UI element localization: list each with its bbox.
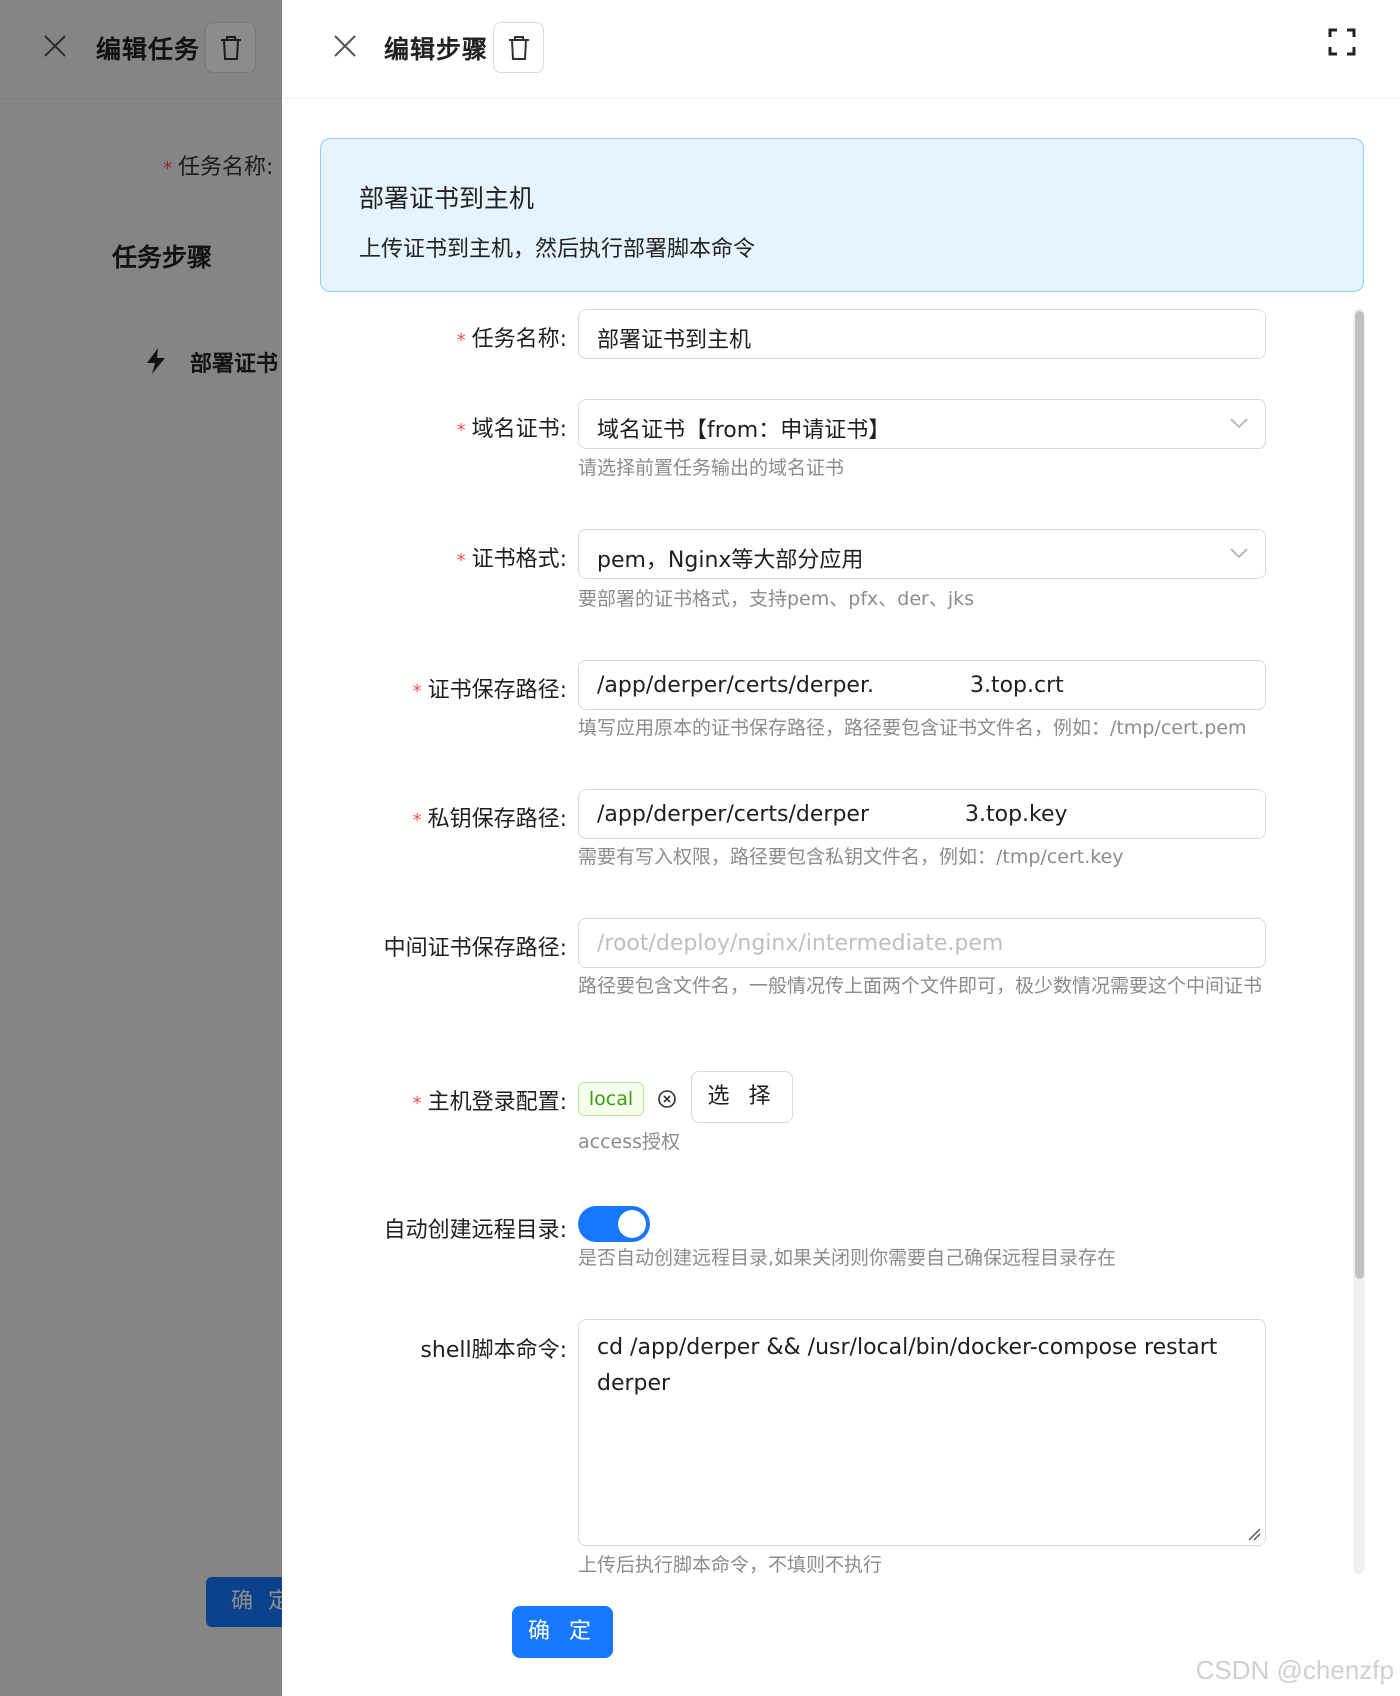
task-name-value: 部署证书到主机 (597, 328, 752, 353)
key-path-value-start: /app/derper/certs/derper (597, 802, 870, 827)
close-icon[interactable] (330, 31, 360, 61)
shell-label: shell脚本命令: (420, 1338, 567, 1363)
auto-mkdir-help: 是否自动创建远程目录,如果关闭则你需要自己确保远程目录存在 (578, 1247, 1117, 1269)
cert-path-value-end: 3.top.crt (969, 673, 1064, 698)
watermark: CSDN @chenzfp (1195, 1655, 1394, 1685)
step-info-description: 上传证书到主机，然后执行部署脚本命令 (359, 237, 756, 262)
host-login-help: access授权 (578, 1131, 681, 1153)
auto-mkdir-label: 自动创建远程目录: (383, 1218, 567, 1243)
auto-mkdir-switch[interactable] (578, 1206, 650, 1242)
intermediate-path-input[interactable]: /root/deploy/nginx/intermediate.pem (578, 918, 1266, 968)
task-name-input[interactable]: 部署证书到主机 (578, 309, 1266, 359)
task-name-label: * 任务名称: (456, 327, 567, 352)
host-login-label-wrap: * 主机登录配置: (282, 1072, 567, 1122)
key-path-value: /app/derper/certs/derper 3.top.key (597, 802, 1068, 827)
domain-cert-help: 请选择前置任务输出的域名证书 (578, 457, 845, 479)
cert-format-select[interactable]: pem，Nginx等大部分应用 (578, 529, 1266, 579)
key-path-input[interactable]: /app/derper/certs/derper 3.top.key (578, 789, 1266, 839)
key-path-label: * 私钥保存路径: (412, 807, 567, 832)
key-path-label-wrap: * 私钥保存路径: (282, 789, 567, 839)
shell-textarea[interactable]: cd /app/derper && /usr/local/bin/docker-… (578, 1319, 1266, 1546)
scrollbar-thumb[interactable] (1355, 311, 1364, 1279)
domain-cert-label: * 域名证书: (456, 417, 567, 442)
fullscreen-icon[interactable] (1328, 28, 1356, 56)
auto-mkdir-label-wrap: 自动创建远程目录: (282, 1204, 567, 1254)
host-login-label: * 主机登录配置: (412, 1090, 567, 1115)
delete-step-button[interactable] (493, 22, 544, 73)
mask-overlay[interactable] (0, 0, 290, 1696)
ok-button[interactable]: 确 定 (512, 1606, 613, 1658)
domain-cert-select[interactable]: 域名证书【from：申请证书】 (578, 399, 1266, 449)
key-path-value-end: 3.top.key (965, 802, 1068, 827)
cert-format-help: 要部署的证书格式，支持pem、pfx、der、jks (578, 588, 974, 610)
switch-knob (618, 1210, 646, 1238)
cert-format-value: pem，Nginx等大部分应用 (597, 548, 864, 573)
cert-path-value-start: /app/derper/certs/derper. (597, 673, 874, 698)
cert-path-label-wrap: * 证书保存路径: (282, 660, 567, 710)
intermediate-path-label-wrap: 中间证书保存路径: (282, 918, 567, 968)
trash-icon (508, 35, 529, 60)
host-login-select-button[interactable]: 选 择 (691, 1071, 793, 1123)
task-name-label-wrap: * 任务名称: (282, 309, 567, 359)
step-info-panel: 部署证书到主机 上传证书到主机，然后执行部署脚本命令 (320, 138, 1364, 292)
intermediate-path-placeholder: /root/deploy/nginx/intermediate.pem (597, 931, 1004, 956)
shell-label-wrap: shell脚本命令: (282, 1324, 567, 1374)
host-login-tag: local (578, 1082, 644, 1116)
drawer-title: 编辑步骤 (384, 35, 489, 64)
domain-cert-label-wrap: * 域名证书: (282, 399, 567, 449)
cert-path-value: /app/derper/certs/derper. 3.top.crt (597, 673, 1064, 698)
cert-path-label: * 证书保存路径: (412, 678, 567, 703)
cert-format-label-wrap: * 证书格式: (282, 529, 567, 579)
shell-help: 上传后执行脚本命令，不填则不执行 (578, 1554, 883, 1576)
cert-format-label: * 证书格式: (456, 547, 567, 572)
cert-path-input[interactable]: /app/derper/certs/derper. 3.top.crt (578, 660, 1266, 710)
domain-cert-value: 域名证书【from：申请证书】 (597, 418, 891, 443)
intermediate-path-help: 路径要包含文件名，一般情况传上面两个文件即可，极少数情况需要这个中间证书 (578, 975, 1263, 997)
intermediate-path-label: 中间证书保存路径: (383, 936, 567, 961)
close-circle-icon[interactable] (656, 1088, 678, 1110)
resize-handle-icon[interactable] (1247, 1527, 1261, 1541)
cert-path-help: 填写应用原本的证书保存路径，路径要包含证书文件名，例如：/tmp/cert.pe… (578, 717, 1247, 739)
drawer-header: 编辑步骤 (282, 0, 1400, 99)
chevron-down-icon (1230, 418, 1248, 429)
chevron-down-icon (1230, 548, 1248, 559)
step-info-title: 部署证书到主机 (359, 184, 535, 213)
edit-step-drawer: 编辑步骤 部署证书到主机 上传证书到主机，然后执行部署脚本命令 * 任务名称: 部… (282, 0, 1400, 1696)
shell-value: cd /app/derper && /usr/local/bin/docker-… (597, 1335, 1218, 1396)
key-path-help: 需要有写入权限，路径要包含私钥文件名，例如：/tmp/cert.key (578, 846, 1124, 868)
